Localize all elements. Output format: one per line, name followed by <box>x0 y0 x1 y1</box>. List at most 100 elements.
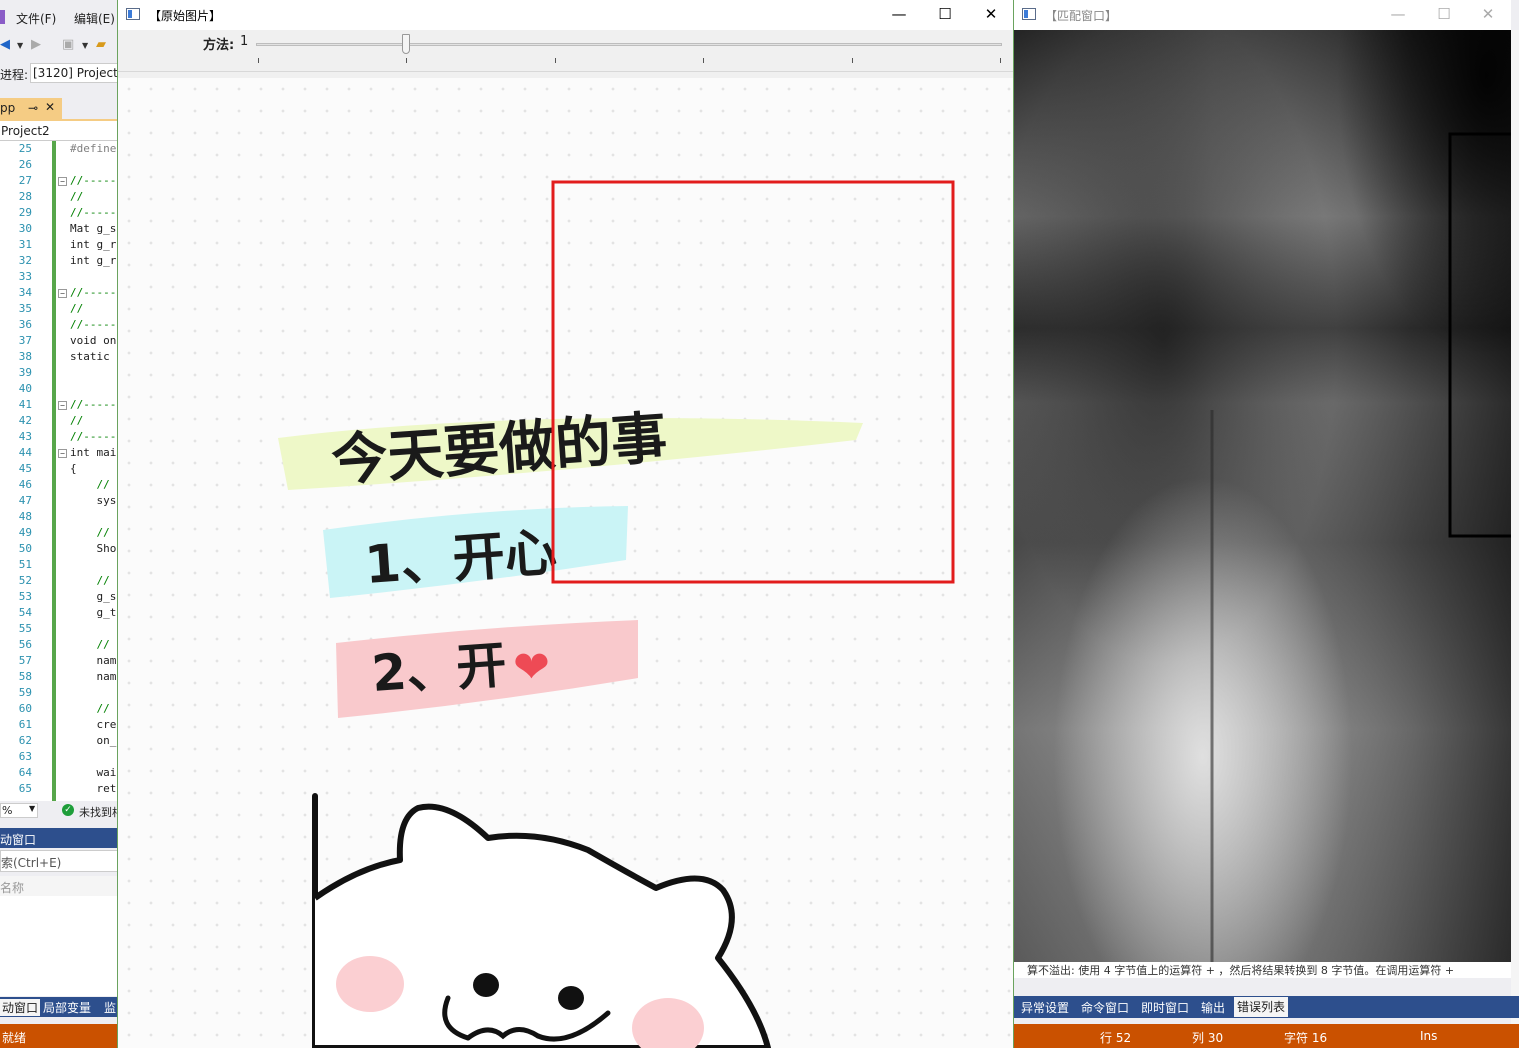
forward-icon[interactable]: ▶ <box>31 37 41 52</box>
vs-logo-icon <box>0 10 5 24</box>
line-number: 47 <box>18 494 32 507</box>
open-folder-icon[interactable]: ▰ <box>96 37 106 52</box>
trackbar-tick <box>703 58 705 63</box>
code-line: // <box>70 702 110 715</box>
headline-text: 今天要做的事 <box>329 406 669 494</box>
trackbar-tick <box>554 58 556 63</box>
heart-icon: ❤ <box>513 642 550 693</box>
ide-toolbar: ◀ ▼ ▶ ▣ ▼ ▰ <box>0 33 120 59</box>
cat-illustration <box>312 793 771 1048</box>
code-editor[interactable]: 25 #define 26 27−//----- 28//29//----- 30 Mat … <box>0 141 120 801</box>
line-number: 51 <box>18 558 32 571</box>
document-tab[interactable]: pp ⊸ ✕ <box>0 98 62 119</box>
match-title-bar[interactable]: 【匹配窗口】 — ☐ ✕ <box>1014 0 1511 30</box>
code-line: // <box>70 414 84 427</box>
code-line: // <box>70 302 84 315</box>
line-number: 36 <box>18 318 32 331</box>
code-line: //----- <box>70 286 117 299</box>
code-line: // <box>70 574 110 587</box>
match-window[interactable]: 【匹配窗口】 — ☐ ✕ <box>1014 0 1511 962</box>
code-line: cre <box>70 718 117 731</box>
window-title: 【原始图片】 <box>149 9 222 23</box>
new-project-icon[interactable]: ▣ <box>62 37 74 52</box>
code-line: wai <box>70 766 117 779</box>
project-navigation-bar[interactable]: Project2 <box>0 121 120 141</box>
line-number: 50 <box>18 542 32 555</box>
line-number: 57 <box>18 654 32 667</box>
code-line: // <box>70 526 110 539</box>
tab-error-list[interactable]: 错误列表 <box>1234 997 1289 1017</box>
fold-toggle-icon[interactable]: − <box>58 177 67 186</box>
line-number: 63 <box>18 750 32 763</box>
code-line: nam <box>70 670 117 683</box>
tab-autos[interactable]: 动窗口 <box>0 999 41 1016</box>
line-number: 53 <box>18 590 32 603</box>
line-number: 58 <box>18 670 32 683</box>
pin-icon[interactable]: ⊸ <box>28 101 38 115</box>
code-line: { <box>70 462 77 475</box>
menu-edit[interactable]: 编辑(E) <box>74 10 115 27</box>
trackbar-track[interactable] <box>256 43 1002 46</box>
match-maximize-button[interactable]: ☐ <box>1421 0 1467 30</box>
code-line: Sho <box>70 542 117 555</box>
tab-immediate-window[interactable]: 即时窗口 <box>1141 999 1189 1016</box>
match-result-svg <box>1014 30 1511 962</box>
line-number: 43 <box>18 430 32 443</box>
new-dropdown-icon[interactable]: ▼ <box>82 41 88 50</box>
zoom-dropdown-icon[interactable]: ▼ <box>29 804 35 813</box>
line-number: 27 <box>18 174 32 187</box>
trackbar-tick <box>406 58 408 63</box>
close-tab-icon[interactable]: ✕ <box>45 100 55 114</box>
tab-locals[interactable]: 局部变量 <box>43 999 91 1016</box>
fold-toggle-icon[interactable]: − <box>58 289 67 298</box>
line-number: 25 <box>18 142 32 155</box>
menu-file[interactable]: 文件(F) <box>16 10 56 27</box>
maximize-button[interactable]: ☐ <box>922 0 968 30</box>
line-number: 62 <box>18 734 32 747</box>
line-number: 64 <box>18 766 32 779</box>
code-line: Mat g_s <box>70 222 117 235</box>
back-dropdown-icon[interactable]: ▼ <box>17 41 23 50</box>
match-minimize-button[interactable]: — <box>1375 0 1421 30</box>
tab-command-window[interactable]: 命令窗口 <box>1081 999 1129 1016</box>
line-number: 28 <box>18 190 32 203</box>
trackbar-tick <box>258 58 259 63</box>
minimize-button[interactable]: — <box>876 0 922 30</box>
trackbar-tick <box>851 58 853 63</box>
line-number: 33 <box>18 270 32 283</box>
trackbar-thumb[interactable] <box>402 34 411 54</box>
original-image: 今天要做的事 1、开心 2、开 ❤ <box>118 78 1013 1048</box>
right-panel-edge <box>1511 30 1519 1024</box>
line-number: 31 <box>18 238 32 251</box>
line-number: 41 <box>18 398 32 411</box>
autos-search-input[interactable]: 索(Ctrl+E) <box>0 850 120 872</box>
match-close-button[interactable]: ✕ <box>1465 0 1511 30</box>
back-icon[interactable]: ◀ <box>0 37 10 52</box>
original-image-window[interactable]: 【原始图片】 — ☐ ✕ 方法: 1 今天要做的事 1、开心 2、开 ❤ <box>117 0 1014 1048</box>
title-bar[interactable]: 【原始图片】 — ☐ ✕ <box>118 0 1013 30</box>
fold-toggle-icon[interactable]: − <box>58 449 67 458</box>
tab-output[interactable]: 输出 <box>1201 999 1225 1016</box>
process-select[interactable]: [3120] Project2 <box>30 63 120 83</box>
tab-watch[interactable]: 监 <box>104 999 116 1016</box>
line-number: 44 <box>18 446 32 459</box>
status-col: 列 30 <box>1192 1031 1224 1045</box>
process-bar: 进程: [3120] Project2 <box>0 62 120 84</box>
code-line: static <box>70 350 117 363</box>
status-ready: 就绪 <box>2 1031 27 1045</box>
line-number: 38 <box>18 350 32 363</box>
tab-exception-settings[interactable]: 异常设置 <box>1021 999 1069 1016</box>
line-number: 29 <box>18 206 32 219</box>
autos-window-title[interactable]: 动窗口 <box>0 828 120 848</box>
status-row: 行 52 <box>1100 1031 1132 1045</box>
code-line: on_ <box>70 734 117 747</box>
match-window-app-icon <box>1022 8 1036 20</box>
fold-toggle-icon[interactable]: − <box>58 401 67 410</box>
close-button[interactable]: ✕ <box>968 0 1014 30</box>
line-number: 59 <box>18 686 32 699</box>
code-line: // <box>70 190 84 203</box>
code-line: int mai <box>70 446 117 459</box>
code-line: //----- <box>70 318 117 331</box>
match-result-image <box>1014 30 1511 962</box>
project-name: Project2 <box>1 124 50 138</box>
